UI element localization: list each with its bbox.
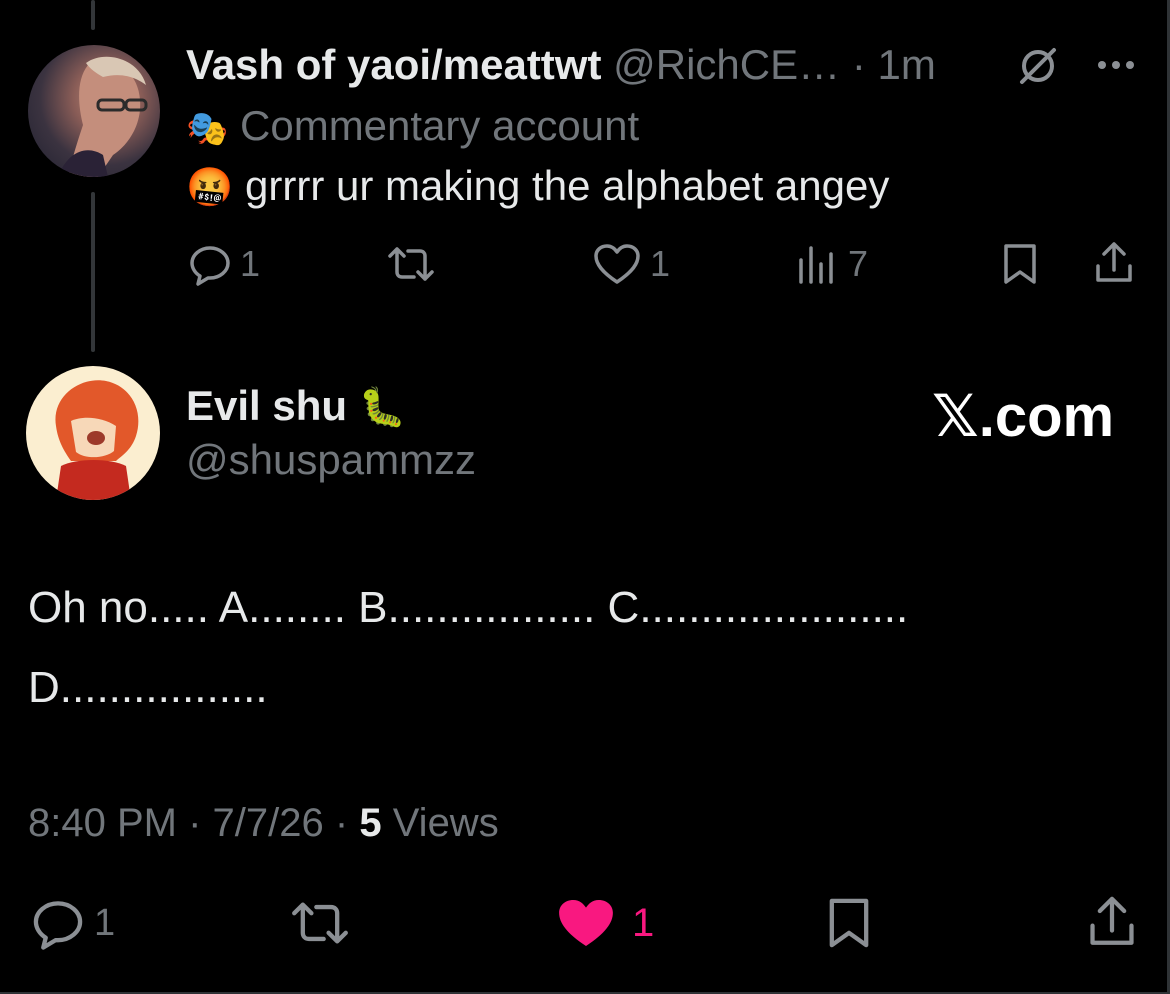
x-com-watermark: 𝕏.com	[932, 384, 1115, 449]
main-text-line-2: D.................	[28, 663, 268, 712]
main-share-button[interactable]	[1084, 894, 1140, 950]
parent-time[interactable]: · 1m	[852, 41, 936, 88]
separator: ·	[334, 801, 349, 845]
parent-reply-count: 1	[240, 243, 261, 284]
main-like-count: 1	[632, 900, 655, 945]
parent-avatar[interactable]	[28, 45, 160, 177]
main-bookmark-button[interactable]	[824, 896, 874, 950]
retweet-icon	[388, 247, 434, 281]
post-time[interactable]: 8:40 PM	[28, 801, 177, 845]
angry-emoji: 🤬	[186, 167, 234, 209]
main-handle[interactable]: @shuspammzz	[186, 434, 476, 486]
parent-share-button[interactable]	[1092, 240, 1136, 286]
parent-label-text: Commentary account	[240, 102, 640, 149]
reply-icon	[190, 246, 230, 286]
thread-line-connector	[91, 192, 95, 352]
post-date[interactable]: 7/7/26	[213, 801, 324, 845]
parent-header: Vash of yaoi/meattwt @RichCE… · 1m	[186, 40, 936, 90]
grok-icon[interactable]	[1016, 44, 1060, 88]
parent-retweet-button[interactable]	[384, 242, 438, 286]
share-icon	[1096, 242, 1132, 282]
parent-views-count: 7	[848, 243, 869, 284]
like-icon	[559, 899, 613, 947]
main-reply-button[interactable]: 1	[30, 896, 115, 950]
retweet-icon	[292, 902, 348, 944]
like-icon	[594, 244, 640, 284]
caterpillar-emoji: 🐛	[358, 387, 407, 429]
parent-handle[interactable]: @RichCE…	[613, 41, 840, 88]
separator: ·	[188, 801, 202, 845]
parent-like-count: 1	[650, 243, 671, 284]
views-count: 5	[359, 801, 382, 845]
main-text-line-1: Oh no..... A........ B................. …	[28, 583, 909, 632]
parent-display-name[interactable]: Vash of yaoi/meattwt	[186, 41, 601, 88]
bookmark-icon	[829, 898, 869, 948]
parent-reply-button[interactable]: 1	[188, 242, 260, 286]
main-like-button[interactable]: 1	[554, 894, 654, 952]
main-avatar[interactable]	[26, 366, 160, 500]
thread-line-top	[91, 0, 95, 30]
views-icon	[799, 246, 833, 284]
main-display-name[interactable]: Evil shu	[186, 382, 347, 429]
bookmark-icon	[1004, 244, 1036, 284]
parent-body-text: grrrr ur making the alphabet angey	[245, 162, 890, 209]
parent-account-label: 🎭 Commentary account	[186, 100, 639, 155]
theater-masks-icon: 🎭	[186, 110, 229, 148]
parent-views-button[interactable]: 7	[796, 242, 868, 286]
more-icon[interactable]	[1094, 58, 1138, 72]
parent-body: 🤬 grrrr ur making the alphabet angey	[186, 160, 889, 214]
main-reply-count: 1	[94, 901, 116, 944]
main-retweet-button[interactable]	[286, 896, 354, 950]
share-icon	[1090, 896, 1134, 945]
main-name-row: Evil shu 🐛	[186, 380, 406, 434]
parent-bookmark-button[interactable]	[1000, 242, 1040, 286]
timestamp-row: 8:40 PM · 7/7/26 · 5 Views	[28, 798, 499, 848]
reply-icon	[33, 901, 83, 950]
parent-like-button[interactable]: 1	[592, 242, 670, 286]
views-label: Views	[392, 801, 499, 845]
